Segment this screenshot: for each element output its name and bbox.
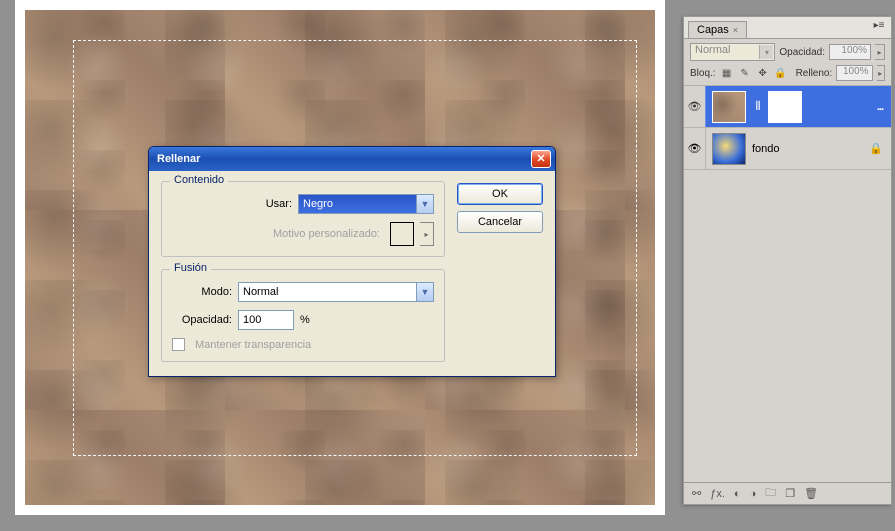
opacity-flyout-icon[interactable]: ▸ <box>875 44 885 60</box>
usar-label: Usar: <box>172 198 292 210</box>
layer-row[interactable]: 👁 fondo 🔒 <box>684 128 891 170</box>
mantener-label: Mantener transparencia <box>195 339 311 351</box>
fusion-legend: Fusión <box>170 262 211 274</box>
layer-thumbnail[interactable] <box>712 91 746 123</box>
lock-icon: 🔒 <box>869 142 883 155</box>
lock-transparency-icon[interactable]: ▦ <box>720 66 734 80</box>
layer-mask-icon[interactable]: ◐ <box>734 488 741 500</box>
cancel-button[interactable]: Cancelar <box>457 211 543 233</box>
fusion-group: Fusión Modo: Normal ▼ Opacidad: % Manten… <box>161 269 445 362</box>
mantener-checkbox[interactable] <box>172 338 185 351</box>
lock-label: Bloq.: <box>690 68 716 79</box>
link-layers-icon[interactable]: ⚯ <box>692 487 701 500</box>
chevron-down-icon: ▼ <box>416 283 433 301</box>
opacidad-input[interactable] <box>238 310 294 330</box>
ok-button[interactable]: OK <box>457 183 543 205</box>
tab-close-icon[interactable]: × <box>733 25 738 35</box>
panel-tabs: Capas × ▸≡ <box>684 17 891 39</box>
chevron-down-icon: ▾ <box>759 45 773 59</box>
mask-link-icon[interactable]: ⦀ <box>752 99 764 114</box>
layers-panel: Capas × ▸≡ Normal ▾ Opacidad: 100% ▸ Blo… <box>683 16 892 505</box>
contenido-legend: Contenido <box>170 174 228 186</box>
layer-row[interactable]: 👁 ⦀ ... <box>684 86 891 128</box>
dialog-titlebar[interactable]: Rellenar ✕ <box>149 147 555 171</box>
lock-all-icon[interactable]: 🔒 <box>774 66 788 80</box>
close-button[interactable]: ✕ <box>531 150 551 168</box>
adjustment-layer-icon[interactable]: ◑ <box>750 488 757 500</box>
panel-menu-icon[interactable]: ▸≡ <box>871 20 887 33</box>
eye-icon: 👁 <box>688 100 702 113</box>
chevron-down-icon: ▼ <box>416 195 433 213</box>
pattern-picker-arrow: ▸ <box>420 222 434 246</box>
tab-capas[interactable]: Capas × <box>688 21 747 38</box>
fill-label: Relleno: <box>796 68 833 79</box>
layer-more-icon[interactable]: ... <box>877 101 883 113</box>
layer-style-icon[interactable]: ƒx. <box>710 488 725 500</box>
modo-label: Modo: <box>172 286 232 298</box>
blend-mode-value: Normal <box>695 44 730 56</box>
usar-value: Negro <box>303 198 333 210</box>
pattern-swatch <box>390 222 414 246</box>
modo-value: Normal <box>243 286 278 298</box>
layer-mask-thumbnail[interactable] <box>768 91 802 123</box>
layer-thumbnail[interactable] <box>712 133 746 165</box>
motivo-label: Motivo personalizado: <box>273 228 380 240</box>
layer-list: 👁 ⦀ ... 👁 fondo 🔒 <box>684 86 891 482</box>
layer-group-icon[interactable]: 🗀 <box>765 484 776 503</box>
visibility-toggle[interactable]: 👁 <box>684 128 706 169</box>
fill-value[interactable]: 100% <box>836 65 872 81</box>
new-layer-icon[interactable]: ❐ <box>785 487 795 500</box>
lock-pixels-icon[interactable]: ✎ <box>738 66 752 80</box>
percent-label: % <box>300 314 310 326</box>
blend-mode-select[interactable]: Normal ▾ <box>690 43 775 61</box>
close-icon: ✕ <box>536 154 545 165</box>
fill-dialog: Rellenar ✕ Contenido Usar: Negro ▼ Motiv… <box>148 146 556 377</box>
usar-combo[interactable]: Negro ▼ <box>298 194 434 214</box>
eye-icon: 👁 <box>688 142 702 155</box>
delete-layer-icon[interactable]: 🗑 <box>804 487 818 500</box>
lock-position-icon[interactable]: ✥ <box>756 66 770 80</box>
opacity-label: Opacidad: <box>779 47 825 58</box>
modo-combo[interactable]: Normal ▼ <box>238 282 434 302</box>
panel-footer: ⚯ ƒx. ◐ ◑ 🗀 ❐ 🗑 <box>684 482 891 504</box>
layer-name[interactable]: fondo <box>752 143 869 155</box>
opacidad-label: Opacidad: <box>172 314 232 326</box>
opacity-value[interactable]: 100% <box>829 44 871 60</box>
tab-label: Capas <box>697 24 729 36</box>
fill-flyout-icon[interactable]: ▸ <box>877 65 885 81</box>
dialog-title: Rellenar <box>157 153 531 165</box>
visibility-toggle[interactable]: 👁 <box>684 86 706 127</box>
contenido-group: Contenido Usar: Negro ▼ Motivo personali… <box>161 181 445 257</box>
